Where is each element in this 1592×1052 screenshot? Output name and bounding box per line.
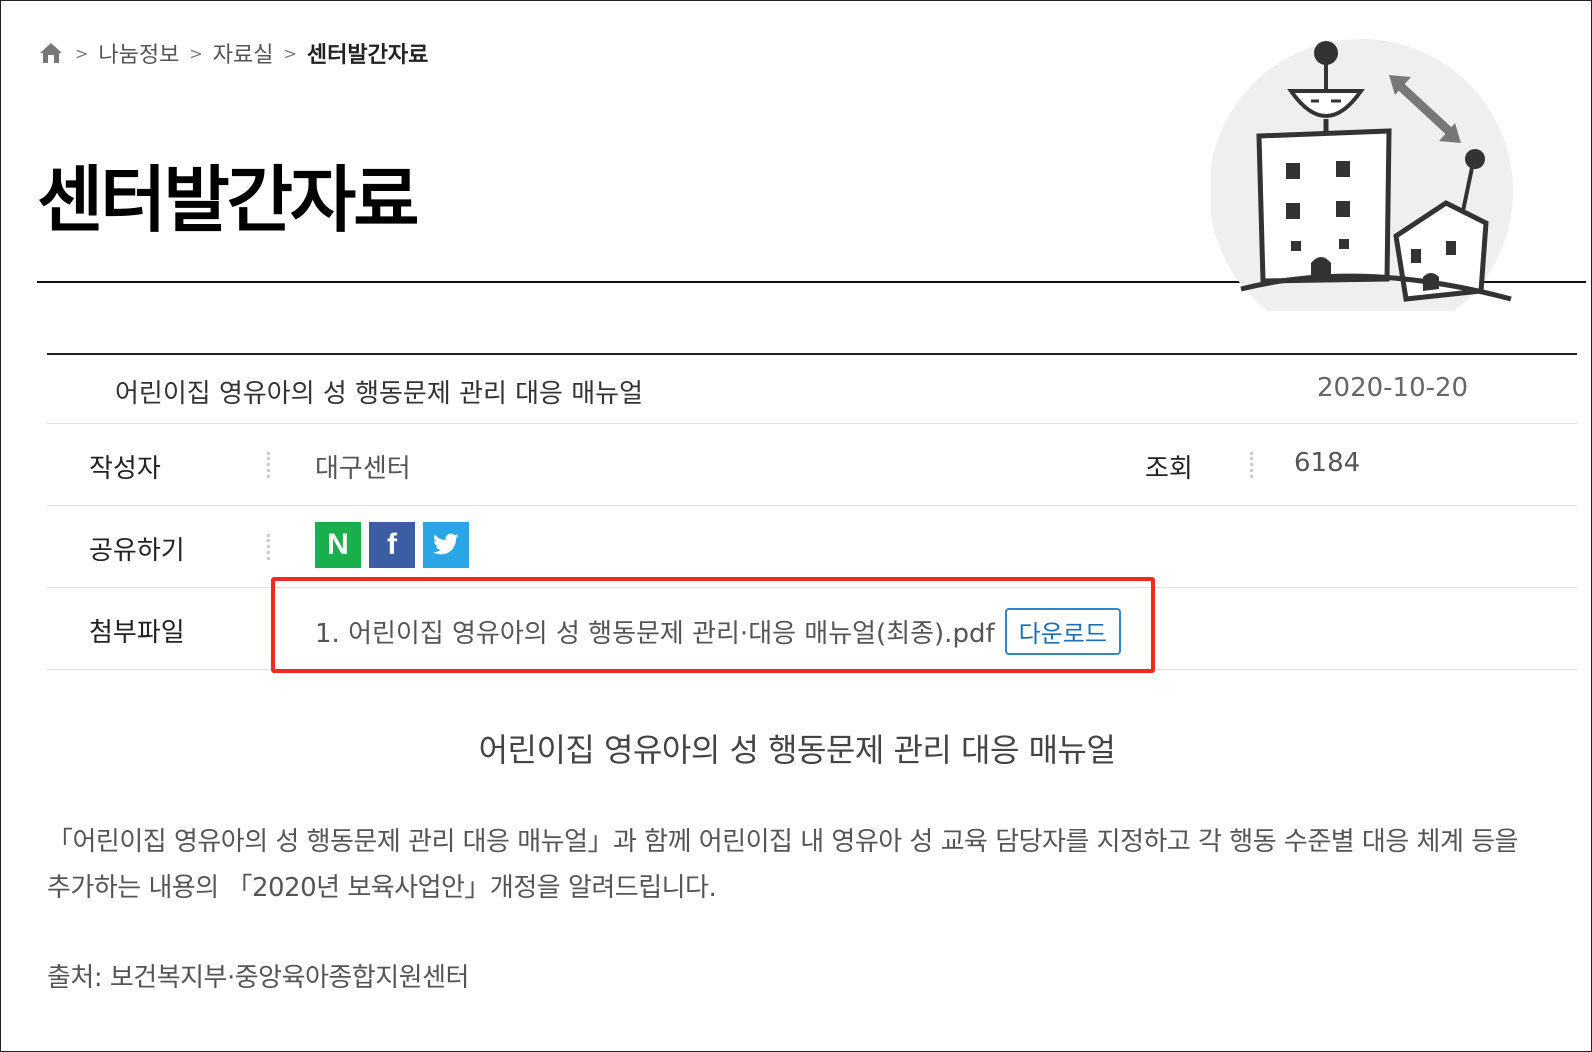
author-value: 대구센터: [315, 454, 411, 484]
views-label: 조회: [1145, 454, 1193, 484]
breadcrumb: > 나눔정보 > 자료실 > 센터발간자료: [37, 37, 428, 69]
breadcrumb-separator: >: [75, 43, 89, 63]
attachment-highlight-box: [271, 577, 1155, 673]
breadcrumb-separator: >: [283, 43, 297, 63]
content-heading: 어린이집 영유아의 성 행동문제 관리 대응 매뉴얼: [478, 731, 1116, 769]
home-icon[interactable]: [37, 39, 65, 67]
divider-dots: [267, 534, 274, 560]
breadcrumb-item-library[interactable]: 자료실: [213, 37, 274, 69]
building-illustration: [1211, 39, 1513, 311]
views-value: 6184: [1294, 448, 1361, 478]
twitter-share-button[interactable]: [423, 522, 469, 568]
facebook-icon: f: [387, 528, 397, 561]
author-row: 작성자 대구센터 조회 6184: [47, 424, 1577, 506]
post-date: 2020-10-20: [1317, 373, 1469, 403]
breadcrumb-current: 센터발간자료: [306, 43, 429, 68]
share-buttons: N f: [315, 522, 469, 568]
author-label: 작성자: [89, 454, 161, 484]
divider-dots: [1250, 452, 1257, 478]
twitter-icon: [433, 533, 459, 555]
naver-share-button[interactable]: N: [315, 522, 361, 568]
attachment-label: 첨부파일: [89, 618, 185, 648]
divider-dots: [267, 452, 274, 478]
post-title-row: 어린이집 영유아의 성 행동문제 관리 대응 매뉴얼 2020-10-20: [47, 355, 1577, 424]
facebook-share-button[interactable]: f: [369, 522, 415, 568]
breadcrumb-item-share-info[interactable]: 나눔정보: [98, 37, 179, 69]
breadcrumb-separator: >: [189, 43, 203, 63]
page-title: 센터발간자료: [37, 158, 419, 242]
content-source: 출처: 보건복지부·중앙육아종합지원센터: [47, 963, 469, 993]
content-body: 「어린이집 영유아의 성 행동문제 관리 대응 매뉴얼」과 함께 어린이집 내 …: [47, 827, 1518, 903]
share-row: 공유하기 N f: [47, 506, 1577, 588]
post-title: 어린이집 영유아의 성 행동문제 관리 대응 매뉴얼: [115, 379, 643, 409]
share-label: 공유하기: [89, 536, 185, 566]
naver-icon: N: [327, 528, 349, 561]
